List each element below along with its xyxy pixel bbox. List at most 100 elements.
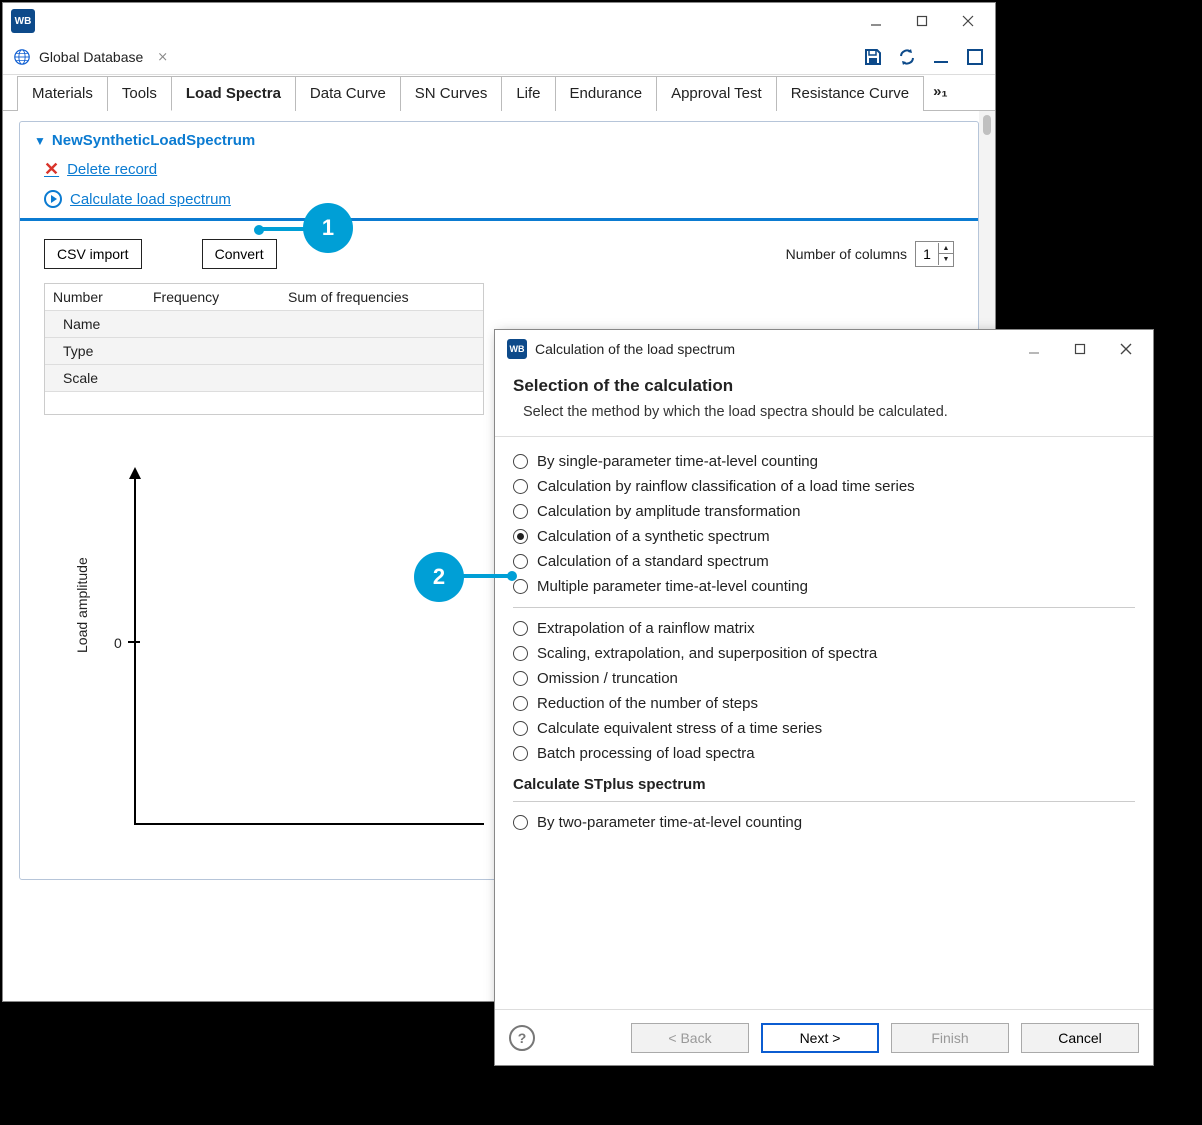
callout-2-badge: 2 — [414, 552, 464, 602]
tab-approval-test[interactable]: Approval Test — [656, 76, 777, 111]
record-title[interactable]: ▼ NewSyntheticLoadSpectrum — [34, 132, 964, 149]
delete-record-label: Delete record — [67, 161, 157, 178]
radio-option[interactable]: Scaling, extrapolation, and superpositio… — [513, 641, 1135, 666]
window-minimize-icon[interactable] — [931, 47, 951, 67]
subbar: Global Database ⨯ — [3, 39, 995, 75]
radio-label: Calculation of a synthetic spectrum — [537, 528, 770, 545]
radio-option[interactable]: By single-parameter time-at-level counti… — [513, 449, 1135, 474]
dialog-title: Calculation of the load spectrum — [535, 341, 735, 357]
cancel-button[interactable]: Cancel — [1021, 1023, 1139, 1053]
radio-label: Calculation by amplitude transformation — [537, 503, 800, 520]
radio-option[interactable]: By two-parameter time-at-level counting — [513, 810, 1135, 835]
radio-icon — [513, 621, 528, 636]
radio-option[interactable]: Batch processing of load spectra — [513, 741, 1135, 766]
tab-sn-curves[interactable]: SN Curves — [400, 76, 503, 111]
tab-load-spectra[interactable]: Load Spectra — [171, 76, 296, 111]
tab-resistance-curve[interactable]: Resistance Curve — [776, 76, 924, 111]
radio-label: By two-parameter time-at-level counting — [537, 814, 802, 831]
main-minimize-button[interactable] — [853, 6, 899, 36]
radio-label: Calculate equivalent stress of a time se… — [537, 720, 822, 737]
tab-endurance[interactable]: Endurance — [555, 76, 658, 111]
num-columns-spinner[interactable]: ▲ ▼ — [915, 241, 954, 267]
tabs-overflow-button[interactable]: »₁ — [923, 75, 958, 110]
chart-y-axis — [134, 475, 136, 825]
csv-import-button[interactable]: CSV import — [44, 239, 142, 269]
radio-option[interactable]: Multiple parameter time-at-level countin… — [513, 574, 1135, 599]
back-button[interactable]: < Back — [631, 1023, 749, 1053]
record-divider — [20, 218, 978, 221]
calculate-spectrum-link[interactable]: Calculate load spectrum — [44, 190, 964, 208]
dialog-subtext: Select the method by which the load spec… — [513, 402, 1135, 422]
main-maximize-button[interactable] — [899, 6, 945, 36]
chart: 0 Load amplitude — [74, 455, 494, 855]
tab-life[interactable]: Life — [501, 76, 555, 111]
dialog-close-button[interactable] — [1103, 334, 1149, 364]
finish-button[interactable]: Finish — [891, 1023, 1009, 1053]
dialog-minimize-button[interactable] — [1011, 334, 1057, 364]
dialog-separator-1 — [513, 607, 1135, 608]
radio-icon — [513, 671, 528, 686]
tab-materials[interactable]: Materials — [17, 76, 108, 111]
refresh-icon[interactable] — [897, 47, 917, 67]
radio-icon — [513, 579, 528, 594]
spinner-down-button[interactable]: ▼ — [939, 254, 953, 265]
num-columns-input[interactable] — [916, 242, 938, 266]
caret-down-icon: ▼ — [34, 134, 46, 148]
next-button[interactable]: Next > — [761, 1023, 879, 1053]
radio-option[interactable]: Calculate equivalent stress of a time se… — [513, 716, 1135, 741]
radio-option[interactable]: Omission / truncation — [513, 666, 1135, 691]
tab-data-curve[interactable]: Data Curve — [295, 76, 401, 111]
main-close-button[interactable] — [945, 6, 991, 36]
play-icon — [44, 190, 62, 208]
chart-zero-tick — [128, 641, 140, 643]
globe-icon — [13, 48, 31, 66]
radio-icon — [513, 646, 528, 661]
radio-option[interactable]: Calculation by amplitude transformation — [513, 499, 1135, 524]
dialog-window: WB Calculation of the load spectrum Sele… — [494, 329, 1154, 1066]
radio-label: Extrapolation of a rainflow matrix — [537, 620, 755, 637]
x-icon: ✕ — [44, 159, 59, 180]
grid-row-name: Name — [45, 311, 125, 337]
radio-icon — [513, 746, 528, 761]
radio-option[interactable]: Calculation of a synthetic spectrum — [513, 524, 1135, 549]
callout-2-dot — [507, 571, 517, 581]
radio-icon — [513, 815, 528, 830]
radio-option[interactable]: Extrapolation of a rainflow matrix — [513, 616, 1135, 641]
chart-zero-label: 0 — [114, 635, 122, 651]
grid-header-number: Number — [45, 284, 145, 310]
radio-icon — [513, 554, 528, 569]
save-icon[interactable] — [863, 47, 883, 67]
radio-label: Scaling, extrapolation, and superpositio… — [537, 645, 877, 662]
delete-record-link[interactable]: ✕ Delete record — [44, 159, 964, 180]
grid-header-sum: Sum of frequencies — [280, 284, 483, 310]
subbar-close-icon[interactable]: ⨯ — [157, 49, 168, 65]
radio-label: Batch processing of load spectra — [537, 745, 755, 762]
dialog-app-icon: WB — [507, 339, 527, 359]
radio-label: Calculation by rainflow classification o… — [537, 478, 915, 495]
chart-x-axis — [134, 823, 484, 825]
radio-label: Multiple parameter time-at-level countin… — [537, 578, 808, 595]
tabs: Materials Tools Load Spectra Data Curve … — [3, 75, 995, 111]
dialog-subheading: Calculate STplus spectrum — [513, 776, 1135, 793]
radio-icon — [513, 721, 528, 736]
dialog-maximize-button[interactable] — [1057, 334, 1103, 364]
window-restore-icon[interactable] — [965, 47, 985, 67]
radio-label: Calculation of a standard spectrum — [537, 553, 769, 570]
radio-icon — [513, 696, 528, 711]
callout-1-badge: 1 — [303, 203, 353, 253]
convert-button[interactable]: Convert — [202, 239, 277, 269]
subbar-title: Global Database — [39, 49, 143, 65]
help-button[interactable]: ? — [509, 1025, 535, 1051]
spinner-up-button[interactable]: ▲ — [939, 243, 953, 254]
tab-tools[interactable]: Tools — [107, 76, 172, 111]
dialog-body: By single-parameter time-at-level counti… — [495, 437, 1153, 1009]
radio-option[interactable]: Calculation of a standard spectrum — [513, 549, 1135, 574]
radio-label: Reduction of the number of steps — [537, 695, 758, 712]
radio-icon — [513, 529, 528, 544]
radio-option[interactable]: Reduction of the number of steps — [513, 691, 1135, 716]
dialog-separator-2 — [513, 801, 1135, 802]
grid-row-scale: Scale — [45, 365, 125, 391]
app-icon: WB — [11, 9, 35, 33]
radio-icon — [513, 479, 528, 494]
radio-option[interactable]: Calculation by rainflow classification o… — [513, 474, 1135, 499]
